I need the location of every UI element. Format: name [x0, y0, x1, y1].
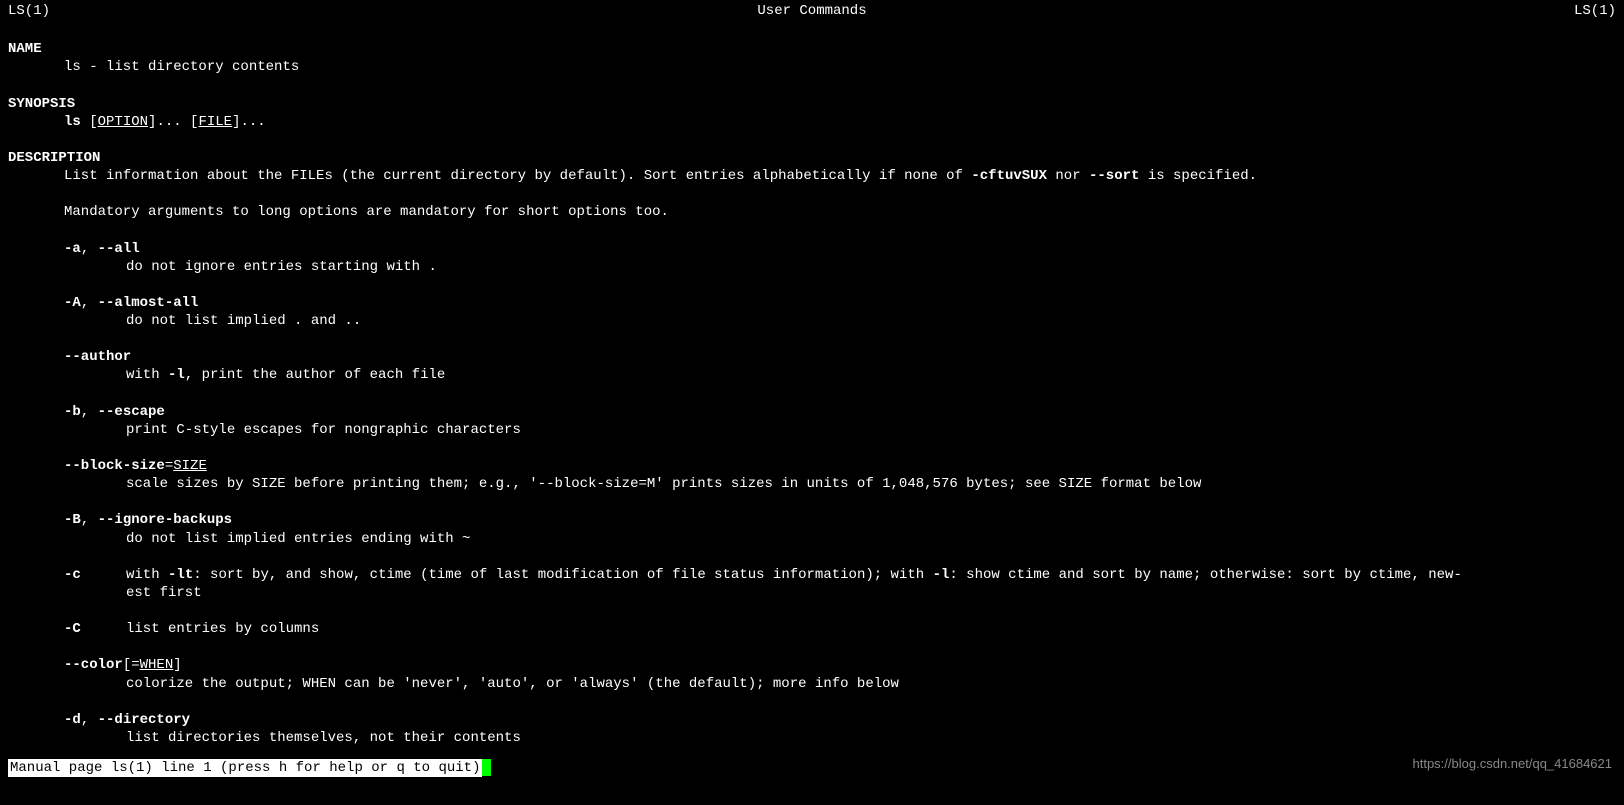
section-synopsis-title: SYNOPSIS	[8, 95, 1616, 113]
section-name-title: NAME	[8, 40, 1616, 58]
man-header: LS(1) User Commands LS(1)	[0, 0, 1624, 22]
option-b-desc: print C-style escapes for nongraphic cha…	[8, 421, 1616, 439]
option-C: -Clist entries by columns	[8, 620, 1616, 638]
man-content[interactable]: NAME ls - list directory contents SYNOPS…	[0, 40, 1624, 747]
option-blocksize: --block-size=SIZE	[8, 457, 1616, 475]
option-A-desc: do not list implied . and ..	[8, 312, 1616, 330]
option-B-desc: do not list implied entries ending with …	[8, 530, 1616, 548]
option-a-desc: do not ignore entries starting with .	[8, 258, 1616, 276]
cursor-icon	[482, 759, 491, 776]
synopsis-option: OPTION	[98, 114, 148, 130]
option-d-desc: list directories themselves, not their c…	[8, 729, 1616, 747]
option-A: -A, --almost-all	[8, 294, 1616, 312]
option-c-wrap: est first	[8, 584, 1616, 602]
option-author: --author	[8, 348, 1616, 366]
status-text: Manual page ls(1) line 1 (press h for he…	[8, 759, 482, 777]
description-line1: List information about the FILEs (the cu…	[8, 167, 1616, 185]
header-left: LS(1)	[8, 2, 50, 20]
name-body: ls - list directory contents	[8, 58, 1616, 76]
option-color-desc: colorize the output; WHEN can be 'never'…	[8, 675, 1616, 693]
option-c: -cwith -lt: sort by, and show, ctime (ti…	[8, 566, 1616, 584]
option-a: -a, --all	[8, 240, 1616, 258]
option-color: --color[=WHEN]	[8, 656, 1616, 674]
synopsis-cmd: ls	[64, 114, 81, 130]
option-blocksize-desc: scale sizes by SIZE before printing them…	[8, 475, 1616, 493]
option-d: -d, --directory	[8, 711, 1616, 729]
option-b: -b, --escape	[8, 403, 1616, 421]
header-right: LS(1)	[1574, 2, 1616, 20]
watermark: https://blog.csdn.net/qq_41684621	[1413, 756, 1613, 773]
header-center: User Commands	[757, 2, 866, 20]
section-description-title: DESCRIPTION	[8, 149, 1616, 167]
description-line2: Mandatory arguments to long options are …	[8, 203, 1616, 221]
synopsis-line: ls [OPTION]... [FILE]...	[8, 113, 1616, 131]
option-B: -B, --ignore-backups	[8, 511, 1616, 529]
synopsis-file: FILE	[198, 114, 232, 130]
status-bar[interactable]: Manual page ls(1) line 1 (press h for he…	[8, 759, 491, 777]
option-author-desc: with -l, print the author of each file	[8, 366, 1616, 384]
